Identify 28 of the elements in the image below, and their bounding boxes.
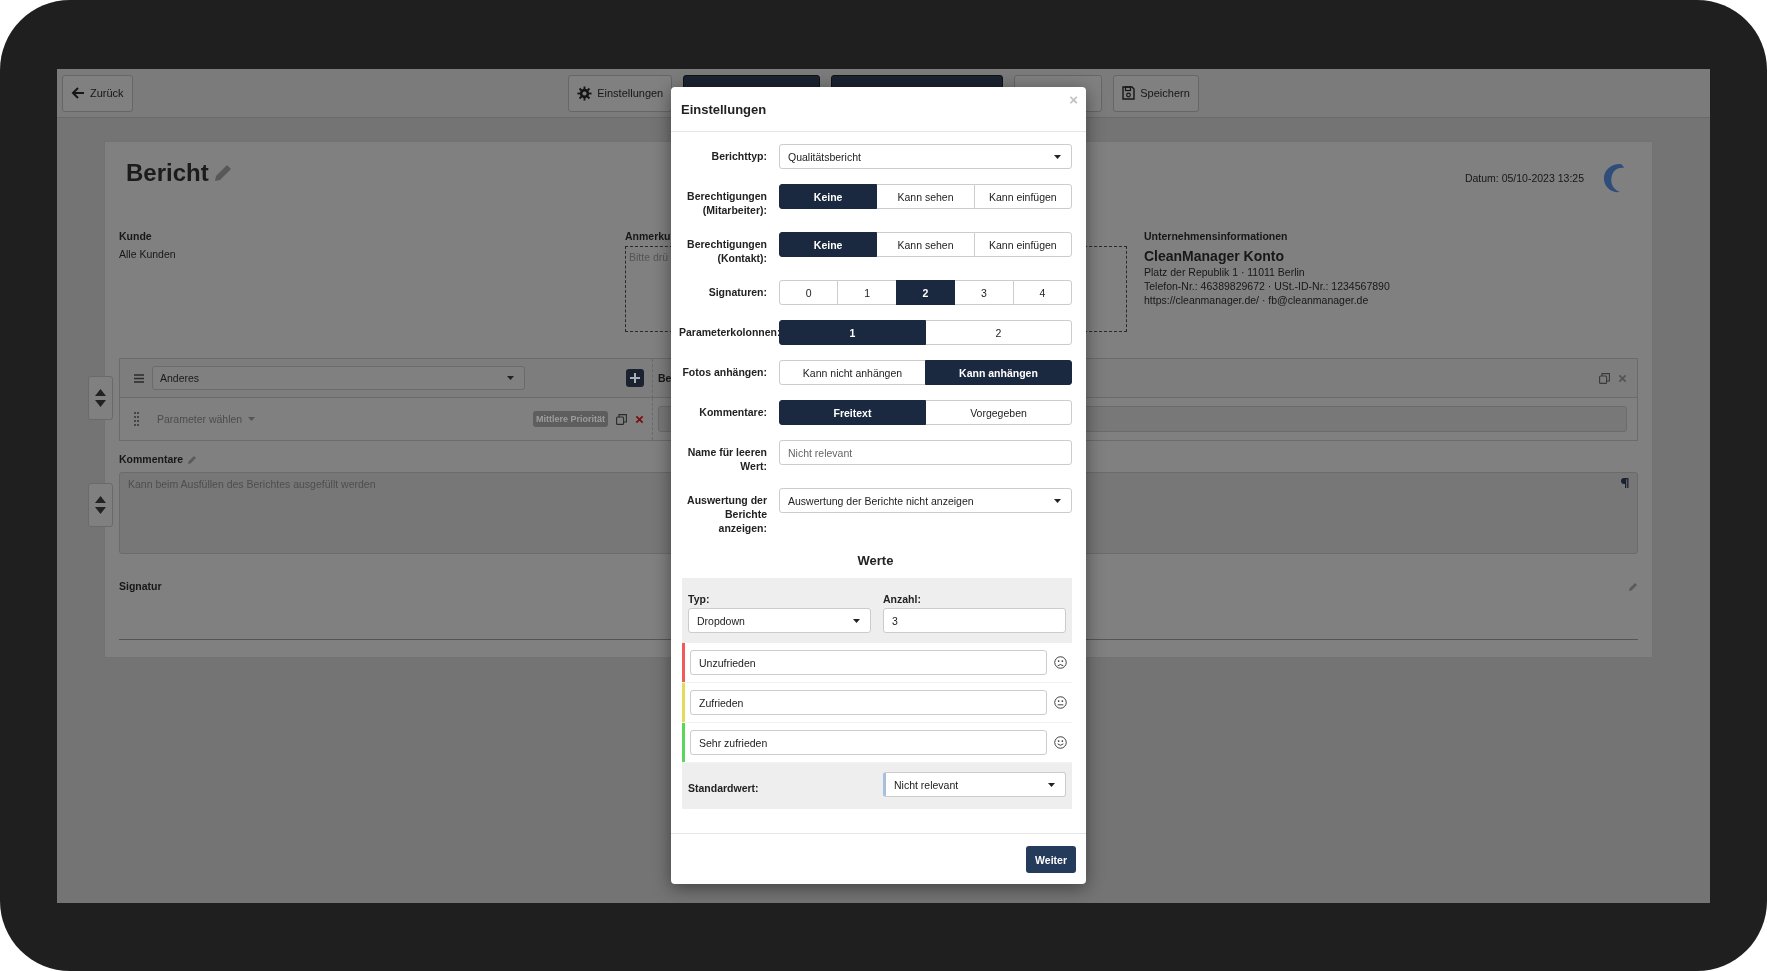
field-label: Berichttyp: xyxy=(711,149,767,163)
company-detail: Telefon-Nr.: 46389829672 · USt.-ID-Nr.: 1234567890 xyxy=(1144,279,1391,293)
field-label: Standardwert: xyxy=(688,782,760,794)
company-detail: Platz der Republik 1 · 11011 Berlin xyxy=(1144,265,1306,279)
field-label: Kommentare: xyxy=(699,405,767,419)
dialog-title: Einstellungen xyxy=(681,101,767,117)
field-label: Berechtigungen (Mitarbeiter): xyxy=(686,189,767,217)
field-label: Anzahl: xyxy=(883,593,922,605)
field-label: Anmerku xyxy=(625,230,671,243)
field-label: Signatur xyxy=(119,580,162,593)
section-title: Werte xyxy=(856,553,895,568)
section-label: Unternehmensinformationen xyxy=(1144,230,1288,243)
field-label: Typ: xyxy=(688,593,711,605)
column-label: Be xyxy=(658,372,672,384)
field-label: Berechtigungen (Kontakt): xyxy=(686,237,767,265)
field-label: Fotos anhängen: xyxy=(682,365,767,379)
field-label: Kommentare xyxy=(119,453,184,466)
field-value: Alle Kunden xyxy=(119,248,177,260)
field-label: Name für leeren Wert: xyxy=(686,445,767,473)
field-label: Parameterkolonnen: xyxy=(679,325,781,339)
field-label: Kunde xyxy=(119,230,152,243)
priority-badge: Mittlere Priorität xyxy=(533,411,608,427)
company-name: CleanManager Konto xyxy=(1144,247,1285,265)
field-label: Signaturen: xyxy=(708,285,767,299)
report-title: Bericht xyxy=(126,158,209,188)
company-detail: https://cleanmanager.de/ · fb@cleanmanager.de xyxy=(1144,293,1370,307)
report-date: Datum: 05/10-2023 13:25 xyxy=(1464,172,1584,184)
field-label: Auswertung der Berichte anzeigen: xyxy=(686,493,767,535)
